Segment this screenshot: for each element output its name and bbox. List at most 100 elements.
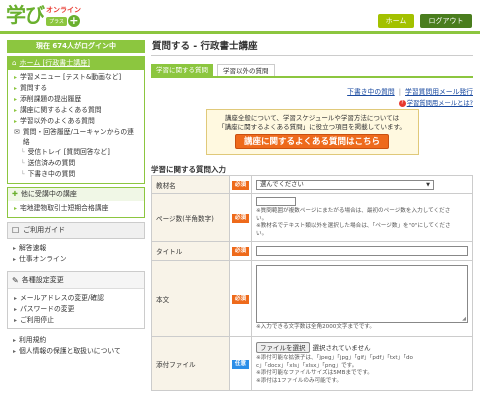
sidebar-item-submission-history[interactable]: ▸ 添削課題の提出履歴	[14, 94, 140, 105]
sidebar-item-other-faq[interactable]: ▸ 学習以外のよくある質問	[14, 116, 140, 127]
mail-icon: ✉	[14, 128, 20, 136]
settings-header: ✎ 各種設定変更	[8, 272, 144, 289]
textbook-select[interactable]: 選んでください ▼	[256, 179, 434, 190]
tab-study-question[interactable]: 学習に関する質問	[151, 64, 213, 76]
faq-notice: 講座全般について、学習スケジュールや学習方法については 「講座に関するよくある質…	[205, 109, 419, 155]
bullet-icon: ▸	[14, 85, 18, 92]
page-note-1-b: い。	[256, 215, 268, 222]
page-note-2: ※教材名でテキスト類以外を選択した場合は、「ページ数」を"0"にしてくださ い。	[256, 223, 468, 238]
required-cell: 必須	[229, 241, 252, 261]
attachment-note-3: ※添付は1ファイルのみ可能です。	[256, 377, 342, 384]
sidebar-item-label: 受信トレイ [質問回答など]	[27, 148, 110, 156]
sidebar-item-label: 質問する	[20, 84, 48, 92]
form-row-page: ページ数(半角数字) 必須 ※質問範囲が複数ページにまたがる場合は、最初のページ…	[151, 193, 473, 242]
wrench-icon: ✎	[12, 275, 19, 285]
attachment-note-1-b: c」「docx」「xls」「xlsx」「png」です。	[256, 362, 358, 369]
guide-icon: ☐	[12, 226, 20, 235]
page-field-cell: ※質問範囲が複数ページにまたがる場合は、最初のページ数を入力してくださ い。 ※教…	[251, 193, 473, 242]
sidebar-item-label: 講座に関するよくある質問	[20, 106, 102, 114]
required-badge: 必須	[231, 180, 250, 190]
attachment-label: 添付ファイル	[151, 336, 230, 391]
required-cell: 必須	[229, 193, 252, 242]
site-logo[interactable]: 学び オンライン プラス +	[6, 4, 81, 30]
guide-title: ご利用ガイド	[23, 226, 66, 234]
required-cell: 必須	[229, 175, 252, 194]
required-cell: 必須	[229, 260, 252, 337]
sidebar-item-email-change[interactable]: ▸ メールアドレスの変更/確認	[14, 293, 140, 304]
page-note-1: ※質問範囲が複数ページにまたがる場合は、最初のページ数を入力してくださ い。	[256, 208, 468, 223]
tab-other-question[interactable]: 学習以外の質問	[217, 64, 275, 76]
home-button[interactable]: ホーム	[378, 14, 414, 28]
body-label: 本文	[151, 260, 230, 337]
sidebar-item-jobs-online[interactable]: ▸ 仕事オンライン	[13, 254, 141, 265]
book-icon: ✚	[12, 190, 18, 198]
bullet-icon: ▸	[13, 337, 17, 344]
textbook-select-value: 選んでください	[260, 180, 304, 188]
course-home-link[interactable]: ホーム [行政書士講座]	[19, 59, 89, 68]
sidebar-item-stop-service[interactable]: ▸ ご利用停止	[14, 315, 140, 326]
login-count-bar: 現在 674人がログイン中	[7, 40, 145, 53]
enrolled-courses-header: ✚ 他に受講中の講座	[8, 188, 144, 201]
issue-mail-link[interactable]: 学習質問用メール発行	[405, 88, 473, 96]
sidebar-item-password-change[interactable]: ▸ パスワードの変更	[14, 304, 140, 315]
file-status: 選択されていません	[312, 344, 371, 352]
page-note-1-a: ※質問範囲が複数ページにまたがる場合は、最初のページ数を入力してくださ	[256, 208, 451, 214]
attachment-note-1: ※添付可能な拡張子は、「jpeg」「jpg」「gif」「pdf」「txt」「do…	[256, 355, 468, 370]
sidebar-item-label: 個人情報の保護と取扱いについて	[19, 347, 121, 355]
course-menu-header[interactable]: ⌂ ホーム [行政書士講座]	[8, 57, 144, 70]
sidebar-item-sent[interactable]: └ 送信済みの質問	[14, 158, 140, 169]
choose-file-button[interactable]: ファイルを選択	[256, 342, 310, 353]
sidebar-item-answer-bulletin[interactable]: ▸ 解答速報	[13, 243, 141, 254]
resize-handle-icon[interactable]: ◢	[462, 316, 466, 322]
logout-button[interactable]: ログアウト	[420, 14, 472, 28]
page-label: ページ数(半角数字)	[151, 193, 230, 242]
page-input[interactable]	[256, 197, 296, 206]
attachment-note-2: ※添付可能なファイルサイズは5MBまでです。	[256, 370, 373, 376]
sidebar-item-privacy[interactable]: ▸ 個人情報の保護と取扱いについて	[13, 346, 141, 357]
enrolled-courses-box: ✚ 他に受講中の講座 ▸ 宅地建物取引士短期合格講座	[7, 187, 145, 218]
bullet-icon: ▸	[14, 107, 18, 114]
required-badge: 必須	[231, 213, 250, 223]
sub-bullet-icon: └	[21, 160, 25, 167]
guide-header[interactable]: ☐ ご利用ガイド	[7, 222, 145, 239]
form-row-textbook: 教材名 必須 選んでください ▼	[151, 175, 473, 194]
sub-bullet-icon: └	[21, 149, 25, 156]
sidebar-item-ask-question[interactable]: ▸ 質問する	[14, 83, 140, 94]
sidebar-item-label: メールアドレスの変更/確認	[20, 294, 104, 302]
settings-box: ✎ 各種設定変更 ▸ メールアドレスの変更/確認 ▸ パスワードの変更 ▸ ご利用停止	[7, 271, 145, 329]
title-input[interactable]	[256, 246, 468, 256]
sub-bullet-icon: └	[21, 171, 25, 178]
sidebar-item-drafts[interactable]: └ 下書き中の質問	[14, 169, 140, 180]
sidebar-item-inbox[interactable]: └ 受信トレイ [質問回答など]	[14, 147, 140, 158]
required-badge: 必須	[231, 247, 250, 256]
logo-online-text: オンライン	[46, 6, 81, 14]
mail-help-link[interactable]: 学習質問用メールとは?	[407, 100, 473, 107]
bullet-icon: ▸	[14, 205, 18, 212]
sidebar-item-course-faq[interactable]: ▸ 講座に関するよくある質問	[14, 105, 140, 116]
sidebar-item-label: 学習メニュー [テスト&動画など]	[20, 73, 122, 81]
textbook-label: 教材名	[151, 175, 230, 194]
bullet-icon: ▸	[13, 348, 17, 355]
enrolled-courses-title: 他に受講中の講座	[20, 190, 77, 198]
sidebar-item-label: 宅地建物取引士短期合格講座	[20, 204, 109, 212]
sidebar-item-label: 仕事オンライン	[19, 255, 67, 263]
attachment-field-cell: ファイルを選択 選択されていません ※添付可能な拡張子は、「jpeg」「jpg」「…	[251, 336, 473, 391]
notice-line-1: 講座全般について、学習スケジュールや学習方法については	[224, 114, 400, 122]
sidebar-item-takken[interactable]: ▸ 宅地建物取引士短期合格講座	[14, 203, 140, 214]
body-note: ※入力できる文字数は全角2000文字までです。	[256, 324, 375, 331]
sidebar-item-label: 利用規約	[19, 336, 47, 344]
sidebar-item-terms[interactable]: ▸ 利用規約	[13, 335, 141, 346]
page-note-2-b: い。	[256, 230, 268, 237]
notice-line-2: 「講座に関するよくある質問」に役立つ項目を掲載しています。	[218, 123, 406, 131]
form-row-body: 本文 必須 ◢ ※入力できる文字数は全角2000文字までです。	[151, 260, 473, 337]
plus-icon: +	[67, 14, 80, 27]
course-faq-button[interactable]: 講座に関するよくある質問はこちら	[234, 134, 389, 149]
bullet-icon: ▸	[14, 74, 18, 81]
page-title: 質問する - 行政書士講座	[151, 40, 473, 56]
sidebar-item-history[interactable]: ✉ 質問・回答履歴/ユーキャンからの連絡	[14, 127, 140, 147]
body-textarea[interactable]: ◢	[256, 265, 468, 324]
drafts-link[interactable]: 下書き中の質問	[347, 88, 395, 96]
question-tabs: 学習に関する質問 学習以外の質問	[151, 64, 473, 78]
sidebar-item-label: ご利用停止	[20, 316, 54, 324]
sidebar-item-study-menu[interactable]: ▸ 学習メニュー [テスト&動画など]	[14, 72, 140, 83]
